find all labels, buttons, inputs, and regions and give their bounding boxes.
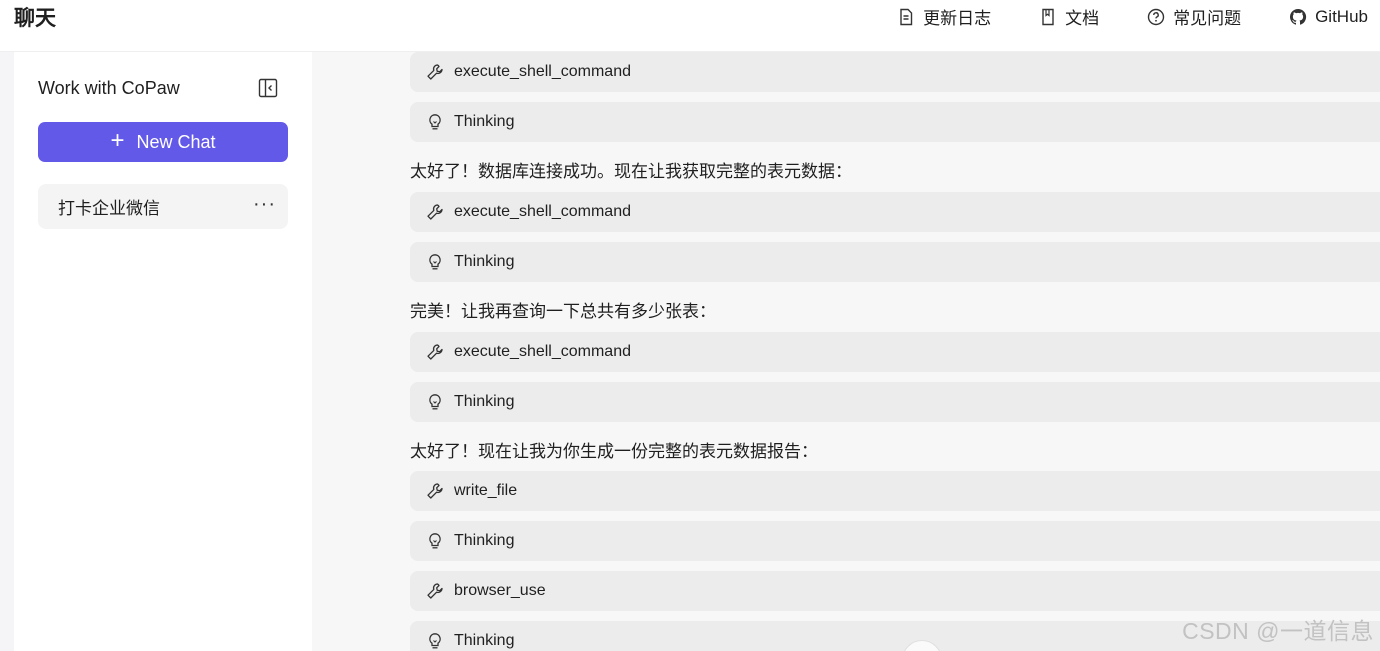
nav-docs-label: 文档 xyxy=(1065,9,1100,28)
lightbulb-icon xyxy=(429,394,441,410)
thinking-label: Thinking xyxy=(454,632,515,649)
nav-changelog-label: 更新日志 xyxy=(923,9,992,28)
top-nav: 更新日志 文档 常见问题 GitHub xyxy=(849,4,1368,29)
tool-call-label: execute_shell_command xyxy=(454,63,631,80)
left-rail xyxy=(0,52,14,651)
file-text-icon xyxy=(900,8,913,25)
lightbulb-icon xyxy=(429,114,441,130)
book-icon xyxy=(1042,8,1054,25)
thinking-row[interactable]: Thinking xyxy=(410,102,1380,142)
new-chat-button[interactable]: + New Chat xyxy=(38,122,288,162)
assistant-message: 太好了！数据库连接成功。现在让我获取完整的表元数据： xyxy=(410,162,852,181)
session-label: 打卡企业微信 xyxy=(58,199,160,218)
new-chat-label: New Chat xyxy=(136,131,216,152)
lightbulb-icon xyxy=(429,633,441,649)
wrench-icon xyxy=(427,583,443,599)
sidebar-title: Work with CoPaw xyxy=(38,78,180,98)
thinking-label: Thinking xyxy=(454,113,515,130)
tool-call-label: write_file xyxy=(454,482,518,499)
thinking-label: Thinking xyxy=(454,532,515,549)
sidebar-collapse-icon xyxy=(258,78,278,98)
wrench-icon xyxy=(427,344,443,360)
nav-github[interactable]: GitHub xyxy=(1289,4,1368,29)
nav-github-label: GitHub xyxy=(1315,6,1368,26)
thinking-row[interactable]: Thinking xyxy=(410,382,1380,422)
session-item[interactable]: 打卡企业微信 ··· xyxy=(38,184,288,229)
wrench-icon xyxy=(427,483,443,499)
nav-changelog[interactable]: 更新日志 xyxy=(897,4,991,29)
page-title: 聊天 xyxy=(14,7,56,30)
tool-call-row[interactable]: write_file xyxy=(410,471,1380,511)
nav-faq[interactable]: 常见问题 xyxy=(1147,4,1241,29)
tool-call-row[interactable]: browser_use xyxy=(410,571,1380,611)
question-circle-icon xyxy=(1147,8,1165,25)
nav-docs[interactable]: 文档 xyxy=(1039,4,1099,29)
tool-call-label: browser_use xyxy=(454,582,546,599)
lightbulb-icon xyxy=(429,533,441,549)
lightbulb-icon xyxy=(429,254,441,270)
wrench-icon xyxy=(427,64,443,80)
plus-icon: + xyxy=(110,126,125,154)
tool-call-row[interactable]: execute_shell_command xyxy=(410,52,1380,92)
top-header: 聊天 更新日志 文档 常见问题 GitHub xyxy=(0,0,1380,52)
github-icon xyxy=(1290,8,1307,25)
thinking-row[interactable]: Thinking xyxy=(410,242,1380,282)
sidebar-collapse-button[interactable] xyxy=(256,76,280,100)
assistant-message: 太好了！现在让我为你生成一份完整的表元数据报告： xyxy=(410,442,818,461)
watermark: CSDN @一道信息 xyxy=(1182,618,1374,644)
tool-call-row[interactable]: execute_shell_command xyxy=(410,332,1380,372)
nav-faq-label: 常见问题 xyxy=(1173,9,1242,28)
tool-call-label: execute_shell_command xyxy=(454,203,631,220)
thinking-row[interactable]: Thinking xyxy=(410,521,1380,561)
more-options-icon[interactable]: ··· xyxy=(253,193,276,216)
thinking-label: Thinking xyxy=(454,253,515,270)
chat-main: execute_shell_command Thinking 太好了！数据库连接… xyxy=(312,52,1380,651)
tool-call-row[interactable]: execute_shell_command xyxy=(410,192,1380,232)
sidebar: Work with CoPaw + New Chat 打卡企业微信 ··· xyxy=(14,52,312,651)
thinking-label: Thinking xyxy=(454,393,515,410)
wrench-icon xyxy=(427,204,443,220)
assistant-message: 完美！让我再查询一下总共有多少张表： xyxy=(410,302,716,321)
tool-call-label: execute_shell_command xyxy=(454,343,631,360)
